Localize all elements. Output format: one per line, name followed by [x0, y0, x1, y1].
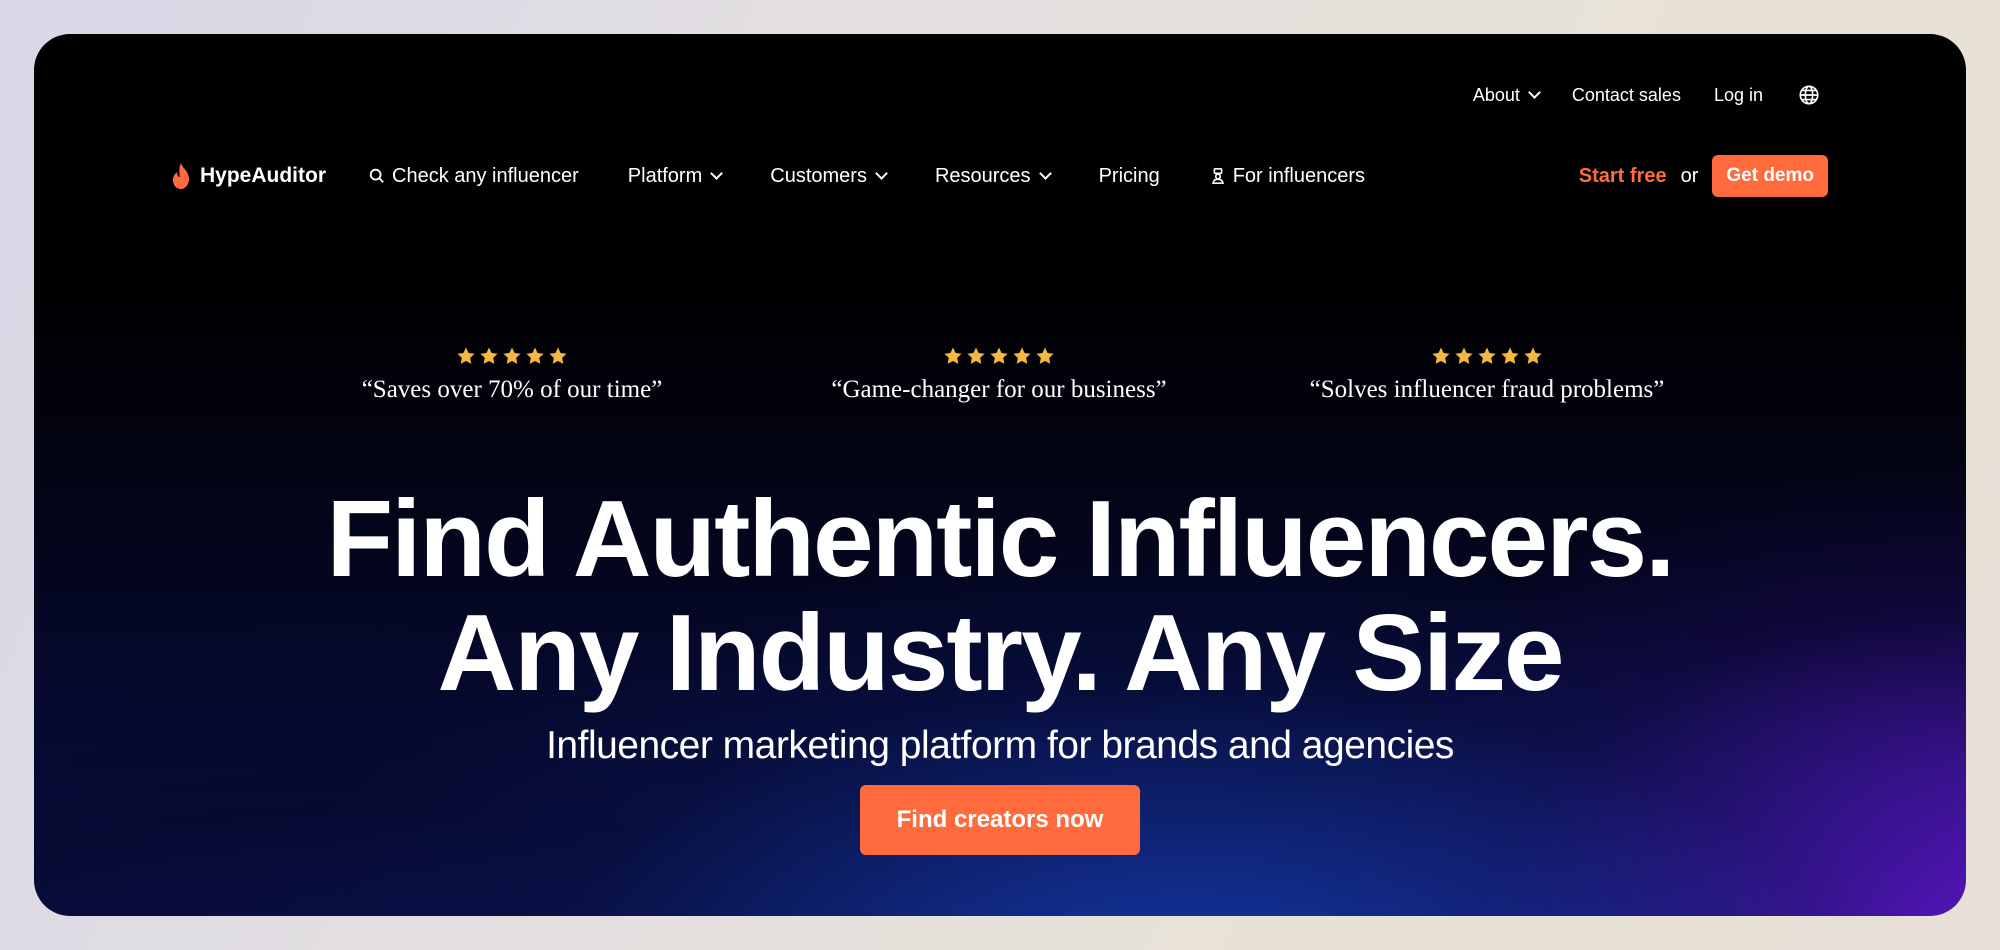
- get-demo-button[interactable]: Get demo: [1712, 155, 1828, 197]
- flame-icon: [173, 163, 189, 189]
- testimonial-quote: “Solves influencer fraud problems”: [1309, 376, 1665, 403]
- testimonial-card: “Saves over 70% of our time”: [262, 346, 762, 404]
- contact-sales-link[interactable]: Contact sales: [1572, 85, 1681, 106]
- star-icon: [457, 347, 475, 364]
- star-icon: [1455, 347, 1473, 364]
- logo-text: HypeAuditor: [200, 164, 326, 187]
- hero-title: Find Authentic Influencers. Any Industry…: [34, 482, 1966, 710]
- find-creators-button[interactable]: Find creators now: [860, 785, 1140, 855]
- resources-label: Resources: [934, 164, 1031, 187]
- star-icon: [990, 347, 1008, 364]
- check-influencer-label: Check any influencer: [392, 164, 579, 187]
- main-nav: HypeAuditor Check any influencer Platfor…: [170, 154, 1828, 198]
- testimonial-quote: “Saves over 70% of our time”: [361, 376, 663, 403]
- star-icon: [526, 347, 544, 364]
- star-icon: [1013, 347, 1031, 364]
- or-text: or: [1680, 164, 1699, 187]
- star-icon: [944, 347, 962, 364]
- star-icon: [1432, 347, 1450, 364]
- platform-label: Platform: [627, 164, 703, 187]
- rating-stars: [749, 346, 1249, 366]
- resources-menu[interactable]: Resources: [934, 164, 1052, 188]
- globe-icon: [1799, 85, 1819, 105]
- star-icon: [967, 347, 985, 364]
- logo[interactable]: HypeAuditor: [170, 162, 326, 190]
- about-label: About: [1472, 84, 1520, 105]
- platform-menu[interactable]: Platform: [627, 164, 724, 188]
- nav-actions: Start free or Get demo: [1579, 155, 1828, 197]
- log-in-link[interactable]: Log in: [1714, 85, 1763, 106]
- chevron-down-icon: [710, 167, 724, 180]
- star-icon: [549, 347, 567, 364]
- language-selector[interactable]: [1796, 84, 1820, 106]
- chevron-down-icon: [1528, 86, 1541, 99]
- testimonial-card: “Solves influencer fraud problems”: [1237, 346, 1737, 404]
- customers-menu[interactable]: Customers: [770, 164, 888, 188]
- star-icon: [1524, 347, 1542, 364]
- rating-stars: [262, 346, 762, 366]
- star-icon: [503, 347, 521, 364]
- star-icon: [480, 347, 498, 364]
- check-influencer-link[interactable]: Check any influencer: [368, 165, 579, 188]
- for-influencers-label: For influencers: [1232, 164, 1365, 187]
- star-icon: [1501, 347, 1519, 364]
- chevron-down-icon: [1038, 167, 1052, 180]
- rating-stars: [1237, 346, 1737, 366]
- star-icon: [1036, 347, 1054, 364]
- hero-title-line-1: Find Authentic Influencers.: [326, 478, 1676, 600]
- pricing-link[interactable]: Pricing: [1099, 165, 1160, 188]
- search-icon: [369, 168, 384, 183]
- for-influencers-link[interactable]: For influencers: [1209, 165, 1365, 188]
- start-free-link[interactable]: Start free: [1579, 165, 1667, 188]
- person-badge-icon: [1211, 167, 1224, 185]
- hero-section: About Contact sales Log in HypeAuditor C…: [34, 34, 1966, 916]
- hero-title-line-2: Any Industry. Any Size: [437, 592, 1565, 714]
- testimonial-quote: “Game-changer for our business”: [831, 376, 1167, 403]
- testimonial-card: “Game-changer for our business”: [749, 346, 1249, 404]
- utility-nav: About Contact sales Log in: [1473, 84, 1820, 106]
- chevron-down-icon: [875, 167, 888, 180]
- about-menu[interactable]: About: [1472, 84, 1541, 106]
- hero-subtitle: Influencer marketing platform for brands…: [546, 724, 1454, 767]
- customers-label: Customers: [770, 164, 867, 187]
- star-icon: [1478, 347, 1496, 364]
